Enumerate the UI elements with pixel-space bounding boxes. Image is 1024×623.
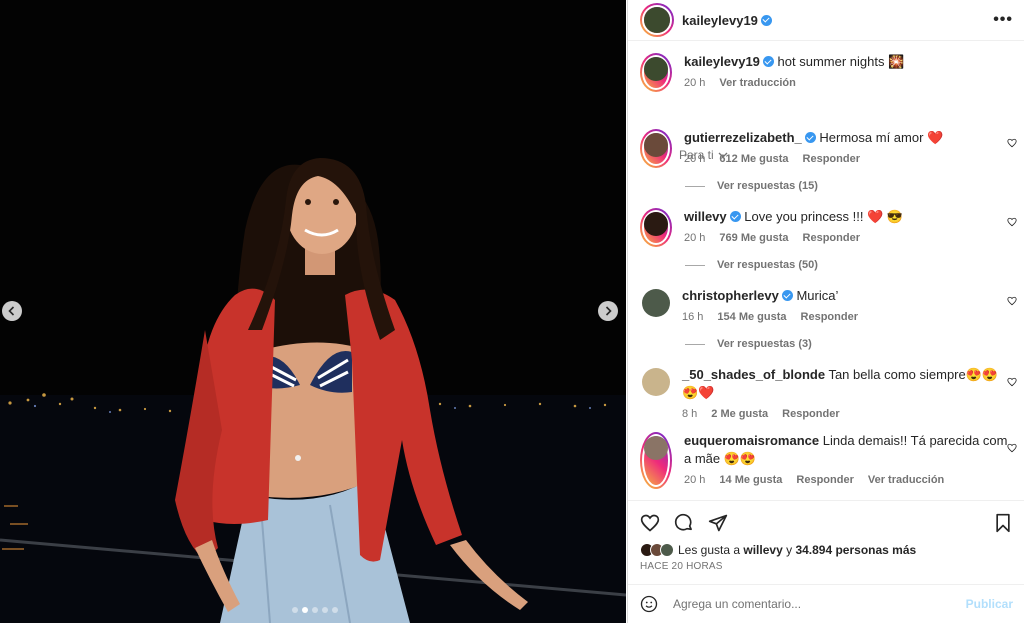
comment-item: gutierrezelizabeth_ Hermosa mí amor ❤️ 2…: [640, 129, 1013, 168]
post-photo: [0, 0, 626, 623]
carousel-dot: [312, 607, 318, 613]
author-username[interactable]: kaileylevy19: [682, 13, 758, 28]
reply-button[interactable]: Responder: [803, 229, 860, 247]
comment-translate-link[interactable]: Ver traducción: [868, 471, 944, 489]
commenter-avatar[interactable]: [644, 133, 668, 157]
comment-time: 16 h: [682, 311, 704, 323]
view-replies-label: Ver respuestas (3): [717, 338, 812, 350]
comment-input[interactable]: [671, 596, 966, 612]
carousel-dot-active: [302, 607, 308, 613]
like-comment-heart-icon[interactable]: [1007, 296, 1017, 306]
carousel-next-button[interactable]: [598, 301, 618, 321]
caption-translate-link[interactable]: Ver traducción: [719, 74, 795, 92]
verified-icon: [762, 56, 774, 67]
view-replies-button[interactable]: Ver respuestas (3): [685, 338, 812, 350]
emoji-icon[interactable]: [640, 595, 658, 613]
verified-icon: [804, 132, 816, 143]
commenter-username[interactable]: _50_shades_of_blonde: [682, 367, 825, 382]
comment-likes[interactable]: 769 Me gusta: [719, 229, 788, 247]
commenter-avatar[interactable]: [642, 289, 670, 317]
commenter-avatar[interactable]: [642, 368, 670, 396]
story-ring[interactable]: [640, 53, 672, 92]
likes-suffix: y: [786, 543, 793, 557]
reply-button[interactable]: Responder: [782, 405, 839, 423]
carousel-dot: [332, 607, 338, 613]
like-comment-heart-icon[interactable]: [1007, 443, 1017, 453]
like-comment-heart-icon[interactable]: [1007, 377, 1017, 387]
comment-item: christopherlevy Murica’ 16 h 154 Me gust…: [640, 287, 1013, 326]
post-header: kaileylevy19 •••: [628, 0, 1024, 41]
comment-likes[interactable]: 154 Me gusta: [717, 308, 786, 326]
carousel-dot: [322, 607, 328, 613]
add-comment-bar: Publicar: [628, 584, 1024, 623]
author-avatar: [644, 7, 670, 33]
commenter-username[interactable]: euqueromaisromance: [684, 433, 819, 448]
carousel-indicator: [292, 607, 338, 613]
comment-text: Hermosa mí amor ❤️: [819, 130, 944, 145]
reply-button[interactable]: Responder: [801, 308, 858, 326]
view-replies-button[interactable]: Ver respuestas (50): [685, 259, 818, 271]
save-bookmark-icon[interactable]: [993, 513, 1013, 533]
post-media: [0, 0, 626, 623]
like-heart-icon[interactable]: [640, 513, 660, 533]
story-ring[interactable]: [640, 3, 674, 37]
chevron-right-icon: [605, 306, 612, 316]
view-replies-button[interactable]: Ver respuestas (15): [685, 180, 818, 192]
comment-likes[interactable]: 14 Me gusta: [719, 471, 782, 489]
carousel-prev-button[interactable]: [2, 301, 22, 321]
caption-username[interactable]: kaileylevy19: [684, 54, 760, 69]
comment-item: willevy Love you princess !!! ❤️ 😎 20 h …: [640, 208, 1013, 247]
more-options-icon[interactable]: •••: [993, 11, 1013, 29]
publish-button[interactable]: Publicar: [966, 597, 1013, 611]
commenter-avatar[interactable]: [644, 436, 668, 460]
post-actions: Les gusta a willevy y 34.894 personas má…: [628, 500, 1024, 572]
likes-summary[interactable]: Les gusta a willevy y 34.894 personas má…: [640, 543, 1013, 557]
comment-text: Murica’: [796, 288, 839, 303]
reply-button[interactable]: Responder: [803, 150, 860, 168]
carousel-dot: [292, 607, 298, 613]
comment-bubble-icon[interactable]: [674, 513, 694, 533]
comment-time: 20 h: [684, 474, 706, 486]
verified-icon: [781, 290, 793, 301]
likes-user[interactable]: willevy: [743, 543, 782, 557]
liker-avatars: [640, 543, 674, 557]
post-side-panel: kaileylevy19 ••• kaileylevy19 hot summer…: [627, 0, 1024, 623]
verified-icon: [760, 14, 772, 26]
view-replies-label: Ver respuestas (50): [717, 259, 818, 271]
comments-list[interactable]: kaileylevy19 hot summer nights 🎇 20 h Ve…: [628, 41, 1024, 499]
comment-likes[interactable]: 2 Me gusta: [711, 405, 768, 423]
author-avatar: [644, 57, 668, 81]
post-timestamp: HACE 20 HORAS: [640, 561, 723, 572]
commenter-avatar[interactable]: [644, 212, 668, 236]
comment-time: 20 h: [684, 153, 706, 165]
comment-time: 20 h: [684, 232, 706, 244]
comment-item: _50_shades_of_blonde Tan bella como siem…: [640, 366, 1013, 423]
caption-text: hot summer nights 🎇: [777, 54, 905, 69]
caption-time: 20 h: [684, 77, 706, 89]
comment-item: euqueromaisromance Linda demais!! Tá par…: [640, 432, 1013, 489]
likes-prefix: Les gusta a: [678, 543, 741, 557]
like-comment-heart-icon[interactable]: [1007, 217, 1017, 227]
commenter-username[interactable]: gutierrezelizabeth_: [684, 130, 802, 145]
verified-icon: [729, 211, 741, 222]
like-comment-heart-icon[interactable]: [1007, 138, 1017, 148]
comment-time: 8 h: [682, 408, 698, 420]
liker-avatar: [660, 543, 674, 557]
commenter-username[interactable]: willevy: [684, 209, 727, 224]
commenter-username[interactable]: christopherlevy: [682, 288, 779, 303]
chevron-left-icon: [8, 306, 15, 316]
post-caption: kaileylevy19 hot summer nights 🎇 20 h Ve…: [640, 53, 1013, 92]
likes-count[interactable]: 34.894 personas más: [795, 543, 916, 557]
comment-text: Love you princess !!! ❤️ 😎: [744, 209, 904, 224]
share-send-icon[interactable]: [708, 513, 728, 533]
view-replies-label: Ver respuestas (15): [717, 180, 818, 192]
reply-button[interactable]: Responder: [796, 471, 853, 489]
comment-likes[interactable]: 612 Me gusta: [719, 150, 788, 168]
